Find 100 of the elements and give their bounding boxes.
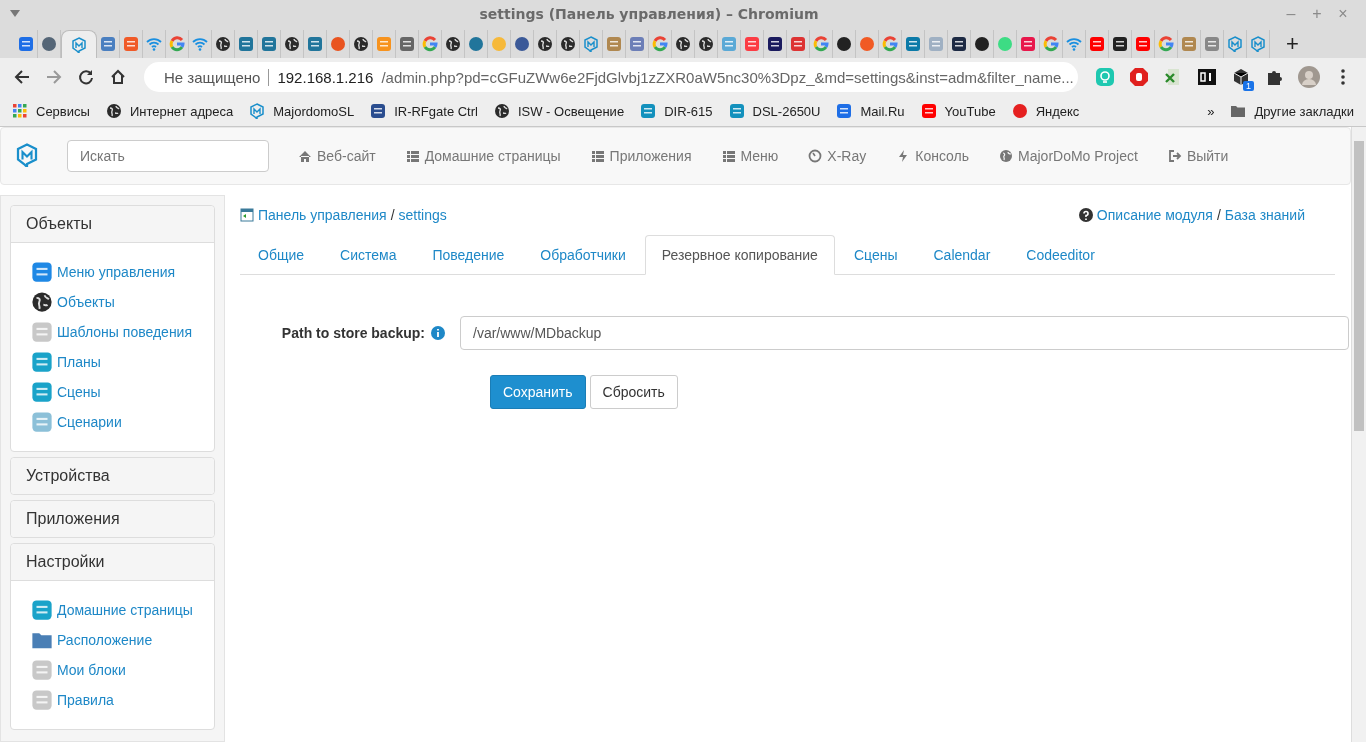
nav-link[interactable]: Меню	[706, 148, 794, 164]
tile-icon	[1181, 36, 1197, 52]
sidebar-link[interactable]: Правила	[31, 685, 194, 715]
ring-icon	[422, 36, 438, 52]
gauge-icon	[808, 149, 823, 163]
tile-icon	[31, 689, 53, 711]
globe-icon	[537, 36, 553, 52]
sidebar-link[interactable]: Домашние страницы	[31, 595, 194, 625]
backup-path-field[interactable]: /var/www/MDbackup	[460, 316, 1349, 350]
bubble-icon	[583, 36, 599, 52]
tile-icon	[920, 103, 937, 119]
bookmark[interactable]: Сервисы	[12, 103, 90, 119]
link-separator: /	[1216, 207, 1221, 223]
tile-icon	[640, 103, 657, 119]
sidebar-link[interactable]: Мои блоки	[31, 655, 194, 685]
circle-icon	[859, 36, 875, 52]
tile-icon	[721, 36, 737, 52]
lightbulb-icon[interactable]	[1095, 67, 1115, 87]
sidebar-link[interactable]: Расположение	[31, 625, 194, 655]
list-icon	[721, 149, 736, 163]
nav-link[interactable]: Консоль	[881, 148, 985, 164]
module-tab[interactable]: Calendar	[916, 235, 1008, 275]
tile-icon	[370, 103, 387, 119]
module-tab[interactable]: Сцены	[836, 235, 915, 275]
breadcrumb-link[interactable]: Панель управления	[258, 207, 387, 223]
sidebar-link[interactable]: Сцены	[31, 377, 194, 407]
tile-icon	[905, 36, 921, 52]
sidebar-link[interactable]: Объекты	[31, 287, 194, 317]
ring-icon	[652, 36, 668, 52]
tile-icon	[31, 599, 53, 621]
tile-icon	[836, 103, 853, 119]
scrollbar-thumb[interactable]	[1354, 141, 1364, 431]
puzzle-icon[interactable]	[1266, 68, 1284, 86]
bookmark[interactable]: Яндекс	[1011, 103, 1080, 119]
module-tab[interactable]: Общие	[241, 235, 322, 275]
tile-icon	[31, 261, 53, 283]
save-button[interactable]: Сохранить	[490, 375, 586, 409]
bookmark[interactable]: DIR-615	[640, 103, 713, 119]
help-link[interactable]: База знаний	[1224, 207, 1305, 223]
window-control[interactable]: +	[1304, 5, 1330, 23]
search-field[interactable]: Искать	[67, 140, 269, 172]
globe-icon	[105, 103, 122, 119]
globe-icon	[999, 149, 1014, 163]
tile-icon	[767, 36, 783, 52]
module-tab[interactable]: Обработчики	[523, 235, 643, 275]
bookmark[interactable]: Mail.Ru	[836, 103, 905, 119]
ring-icon	[1043, 36, 1059, 52]
folder-icon	[1230, 103, 1247, 119]
nav-link[interactable]: Веб-сайт	[283, 148, 391, 164]
sidebar-link[interactable]: Сценарии	[31, 407, 194, 437]
tile-icon	[399, 36, 415, 52]
panel-heading[interactable]: Устройства	[11, 458, 214, 494]
avatar-icon[interactable]	[1298, 66, 1320, 88]
bookmarks-overflow[interactable]: »	[1207, 103, 1215, 119]
tile-icon	[928, 36, 944, 52]
bookmark[interactable]: ISW - Освещение	[493, 103, 625, 119]
breadcrumb-link[interactable]: settings	[398, 207, 447, 223]
nav-link[interactable]: Приложения	[575, 148, 707, 164]
bookmark[interactable]: IR-RFgate Ctrl	[370, 103, 478, 119]
window-control[interactable]: ×	[1330, 5, 1356, 23]
module-tab[interactable]: Codeeditor	[1009, 235, 1112, 275]
sidebar-link[interactable]: Планы	[31, 347, 194, 377]
module-tab[interactable]: Система	[323, 235, 414, 275]
tile-icon	[1204, 36, 1220, 52]
bubble-icon	[15, 142, 39, 167]
tile-icon	[1089, 36, 1105, 52]
circle-icon	[41, 36, 57, 52]
nav-link[interactable]: Выйти	[1152, 148, 1244, 164]
bookmark[interactable]: DSL-2650U	[728, 103, 821, 119]
panel-heading[interactable]: Объекты	[11, 206, 214, 243]
window-control[interactable]: –	[1278, 5, 1304, 23]
reset-button[interactable]: Сбросить	[589, 375, 678, 409]
help-link[interactable]: Описание модуля	[1096, 207, 1213, 223]
circle-icon	[974, 36, 990, 52]
globe-icon	[698, 36, 714, 52]
extension-badge: 1	[1243, 81, 1254, 91]
module-tab[interactable]: Резервное копирование	[644, 235, 835, 275]
bookmark-folder[interactable]: Другие закладки	[1230, 103, 1354, 119]
tile-icon	[790, 36, 806, 52]
bookmark[interactable]: YouTube	[920, 103, 996, 119]
tile-icon	[31, 411, 53, 433]
panel-heading[interactable]: Настройки	[11, 544, 214, 581]
menu-icon[interactable]	[1341, 69, 1345, 85]
bookmark[interactable]: Интернет адреса	[105, 103, 234, 119]
url-path: /admin.php?pd=cGFuZWw6e2FjdGlvbj1zZXR0aW5nc30%3Dpz_&md=settings&inst=adm&filter_name...	[381, 68, 1074, 86]
info-icon[interactable]	[431, 326, 445, 340]
nav-link[interactable]: X-Ray	[793, 148, 882, 164]
module-tab[interactable]: Поведение	[415, 235, 522, 275]
tile-icon	[100, 36, 116, 52]
panel-heading[interactable]: Приложения	[11, 501, 214, 537]
address-bar[interactable]: Не защищено 192.168.1.216 /admin.php?pd=cGFuZWw6e2FjdGlvbj1zZXR0aW5nc30%3Dpz_&md=settings&inst=adm&filter_name...	[144, 62, 1078, 92]
sidebar-link[interactable]: Шаблоны поведения	[31, 317, 194, 347]
tile-icon	[951, 36, 967, 52]
tile-icon	[31, 321, 53, 343]
nav-link[interactable]: MajorDoMo Project	[984, 148, 1153, 164]
new-tab-button[interactable]: +	[1286, 30, 1299, 58]
sidebar-link[interactable]: Меню управления	[31, 257, 194, 287]
bookmark[interactable]: MajordomoSL	[249, 103, 355, 119]
nav-link[interactable]: Домашние страницы	[390, 148, 576, 164]
dropdown-icon[interactable]	[10, 10, 20, 18]
